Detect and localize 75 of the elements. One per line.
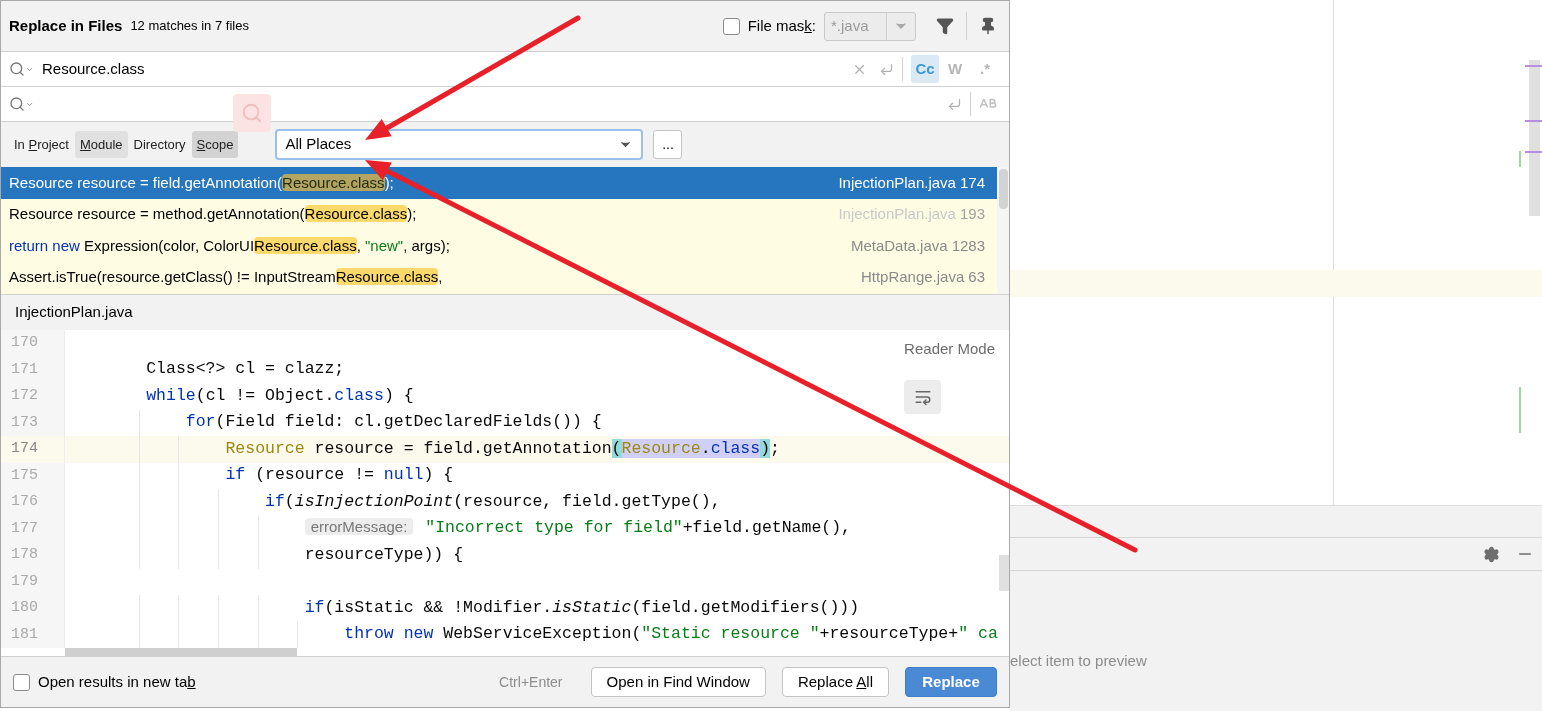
- filter-icon[interactable]: [936, 17, 954, 35]
- settings-icon[interactable]: [1483, 545, 1500, 563]
- line-number: 179: [10, 571, 39, 592]
- code-line: throw new WebServiceException("Static resource "+resourceType+" ca: [343, 623, 998, 646]
- dialog-title: Replace in Files: [9, 15, 123, 36]
- code-line: for(Field field: cl.getDeclaredFields()) {: [184, 411, 602, 434]
- pin-icon[interactable]: [979, 17, 997, 35]
- dialog-button[interactable]: Replace: [905, 667, 997, 697]
- scrollbar-thumb[interactable]: [65, 648, 297, 656]
- scope-tab[interactable]: Scope: [191, 131, 239, 158]
- code-line: while(cl != Object.class) {: [145, 384, 414, 407]
- result-text: Resource resource = field.getAnnotation(Resource.class);: [9, 172, 394, 193]
- newline-icon[interactable]: [947, 96, 962, 112]
- preview-hint: elect item to preview: [1010, 652, 1147, 669]
- file-name: HttpRange.java: [860, 267, 965, 287]
- code-line: if (resource != null) {: [224, 464, 454, 487]
- search-field[interactable]: Resource.class Cc W .*: [1, 52, 1009, 87]
- line-number: 193: [959, 204, 985, 224]
- line-number: 175: [10, 465, 39, 486]
- dialog-button[interactable]: Open in Find Window: [590, 667, 766, 697]
- file-mask-label: File mask:: [747, 15, 816, 36]
- scrollbar-thumb[interactable]: [998, 169, 1008, 209]
- result-text: Resource resource = method.getAnnotation(Resource.class);: [9, 204, 417, 224]
- result-row[interactable]: return new Expression(color, ColorUIResource.class, "new", args); MetaData.java 1283: [1, 230, 997, 262]
- code-line: if(isInjectionPoint(resource, field.getType(),: [264, 490, 721, 513]
- match-summary: 12 matches in 7 files: [130, 17, 249, 36]
- new-tab-checkbox[interactable]: [13, 673, 30, 691]
- wrap-icon: [913, 388, 932, 406]
- result-text: return new Expression(color, ColorUIResource.class, "new", args);: [9, 235, 450, 256]
- file-name: MetaData.java: [850, 235, 948, 256]
- reader-mode-link[interactable]: Reader Mode: [904, 338, 995, 361]
- result-text: Assert.isTrue(resource.getClass() != InputStreamResource.class,: [9, 267, 443, 287]
- line-number: 174: [959, 172, 985, 193]
- newline-icon[interactable]: [879, 61, 894, 77]
- line-number: 1283: [951, 235, 985, 256]
- search-icon: [233, 94, 271, 132]
- soft-wrap-button[interactable]: [904, 380, 941, 414]
- line-number: 181: [10, 624, 39, 645]
- shortcut-hint: Ctrl+Enter: [499, 672, 563, 692]
- search-icon[interactable]: [9, 96, 34, 112]
- scope-tab[interactable]: Module: [74, 131, 128, 158]
- scrollbar-thumb[interactable]: [999, 555, 1009, 591]
- code-line: Class<?> cl = clazz;: [145, 358, 345, 381]
- change-marker: [1525, 151, 1542, 153]
- line-number: 63: [968, 267, 985, 287]
- dialog-button[interactable]: Replace All: [781, 667, 889, 697]
- file-name: InjectionPlan.java: [838, 172, 956, 193]
- code-line: resourceType)) {: [303, 543, 464, 566]
- replace-field[interactable]: [1, 87, 1009, 122]
- new-tab-label: Open results in new tab: [38, 671, 196, 692]
- more-button[interactable]: ...: [653, 130, 683, 159]
- line-number: 176: [10, 492, 39, 512]
- line-number: 171: [10, 359, 39, 380]
- change-marker: [1519, 151, 1521, 167]
- line-number: 173: [10, 412, 39, 433]
- change-marker: [1525, 65, 1542, 67]
- line-number: 178: [10, 545, 39, 565]
- preview-file-name: InjectionPlan.java: [15, 302, 133, 323]
- change-marker: [1519, 387, 1521, 433]
- line-number: 177: [10, 518, 39, 539]
- scope-dropdown[interactable]: All Places: [275, 129, 644, 160]
- change-marker: [1525, 120, 1542, 122]
- line-number: 174: [1, 436, 64, 463]
- result-row[interactable]: Resource resource = field.getAnnotation(Resource.class); InjectionPlan.java 174: [1, 167, 997, 199]
- code-line: errorMessage: "Incorrect type for field"+field.getName(),: [67, 516, 851, 542]
- line-number: 180: [10, 598, 39, 618]
- line-number: 172: [10, 386, 39, 406]
- line-number: 170: [10, 333, 39, 353]
- search-icon[interactable]: [9, 61, 34, 77]
- code-line: Resource resource = field.getAnnotation(Resource.class);: [224, 437, 780, 460]
- scope-tab[interactable]: Directory: [128, 131, 191, 158]
- code-line: if(isStatic && !Modifier.isStatic(field.getModifiers())): [303, 596, 860, 619]
- scope-tab[interactable]: In Project: [9, 131, 74, 158]
- scrollbar-thumb[interactable]: [1529, 60, 1540, 216]
- result-row[interactable]: Assert.isTrue(resource.getClass() != InputStreamResource.class, HttpRange.java 63: [1, 261, 997, 293]
